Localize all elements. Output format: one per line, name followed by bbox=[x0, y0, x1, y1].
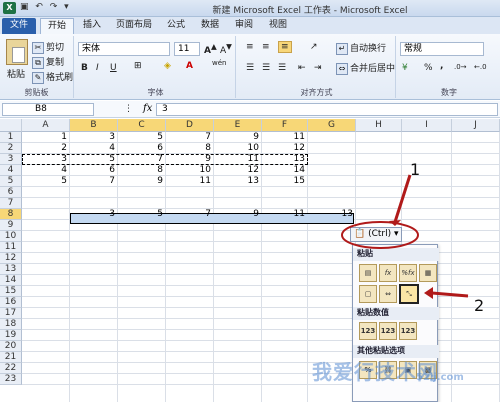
arrow-2-head bbox=[424, 287, 433, 299]
annotation-number-2: 2 bbox=[474, 296, 485, 315]
arrow-1 bbox=[393, 174, 412, 223]
watermark-url: 52ij.com bbox=[416, 372, 464, 383]
highlight-ellipse bbox=[341, 221, 419, 249]
annotation-number-1: 1 bbox=[410, 160, 421, 179]
arrow-2 bbox=[431, 291, 469, 298]
annotation-overlay bbox=[341, 174, 469, 299]
